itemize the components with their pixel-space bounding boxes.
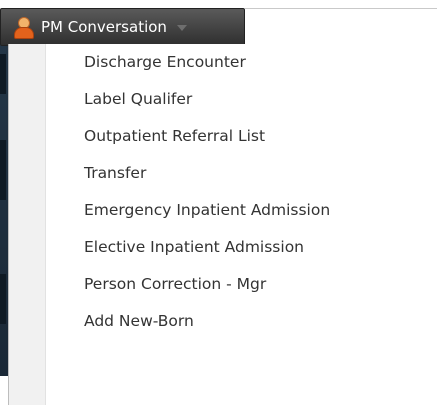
menu-button-label: PM Conversation (41, 18, 167, 36)
menu-item-outpatient-referral-list[interactable]: Outpatient Referral List (46, 118, 437, 155)
menu-item-transfer[interactable]: Transfer (46, 155, 437, 192)
menu-item-discharge-encounter[interactable]: Discharge Encounter (46, 44, 437, 81)
menu-item-emergency-inpatient-admission[interactable]: Emergency Inpatient Admission (46, 192, 437, 229)
menu-icon-gutter (9, 44, 46, 405)
dropdown-menu: Discharge Encounter Label Qualifer Outpa… (8, 44, 437, 405)
chevron-down-icon[interactable] (176, 25, 187, 31)
menu-item-label-qualifer[interactable]: Label Qualifer (46, 81, 437, 118)
background-stripe (0, 140, 6, 200)
pm-conversation-menu-button[interactable]: PM Conversation (0, 8, 245, 46)
person-icon (13, 16, 34, 39)
menu-item-add-new-born[interactable]: Add New-Born (46, 303, 437, 340)
background-stripe (0, 54, 6, 94)
background-stripe (0, 274, 6, 324)
menu-item-elective-inpatient-admission[interactable]: Elective Inpatient Admission (46, 229, 437, 266)
menu-items: Discharge Encounter Label Qualifer Outpa… (46, 44, 437, 340)
menu-item-person-correction-mgr[interactable]: Person Correction - Mgr (46, 266, 437, 303)
